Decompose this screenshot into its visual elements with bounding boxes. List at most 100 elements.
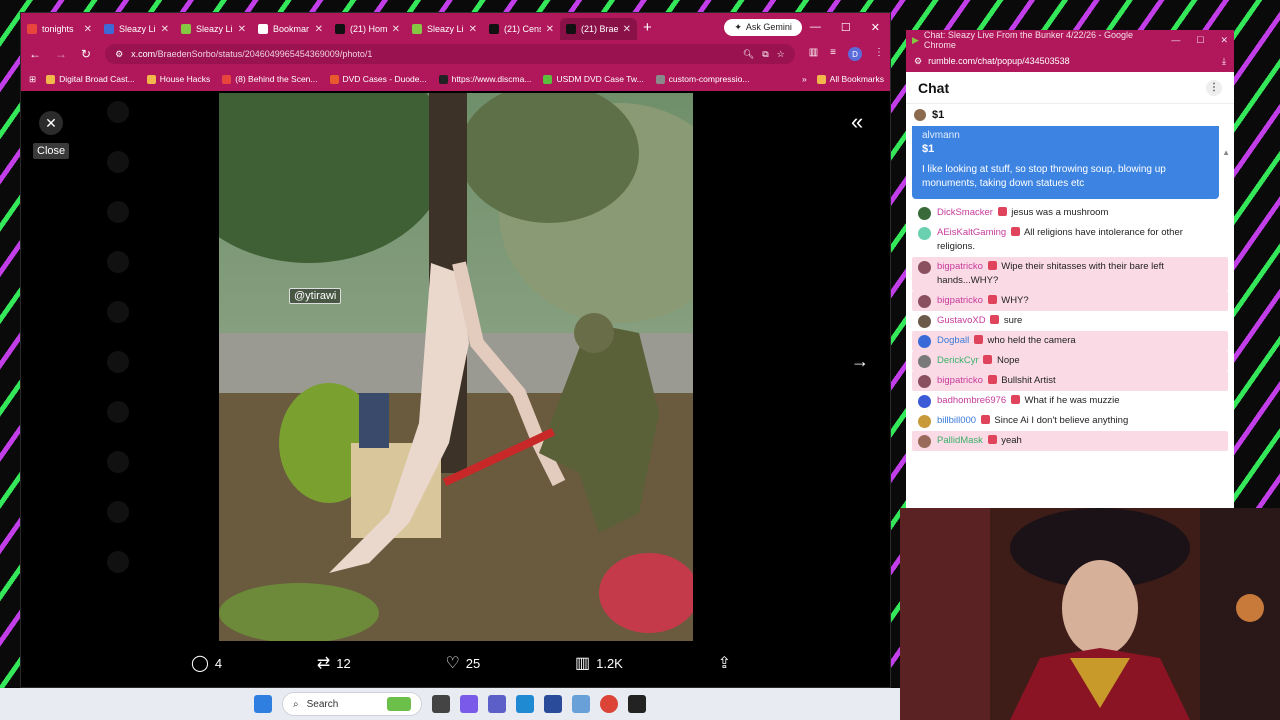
chat-badge-icon <box>987 261 997 270</box>
chat-avatar[interactable] <box>918 335 931 348</box>
chat-avatar[interactable] <box>918 395 931 408</box>
media-icon[interactable]: ≡ <box>830 47 836 61</box>
tab-3[interactable]: Bookmar ✕ <box>252 18 329 40</box>
bookmark-label: DVD Cases - Duode... <box>342 74 427 84</box>
chat-maximize-button[interactable]: ☐ <box>1196 35 1204 46</box>
chat-avatar[interactable] <box>918 375 931 388</box>
tab-2[interactable]: Sleazy Li ✕ <box>175 18 252 40</box>
site-info-icon[interactable]: ⚙ <box>115 49 123 60</box>
next-photo-arrow-icon[interactable]: → <box>851 351 869 372</box>
tab-7[interactable]: (21) Brae ✕ <box>560 18 637 40</box>
tab-close-icon[interactable]: ✕ <box>238 24 246 35</box>
bookmark-item[interactable]: House Hacks <box>146 74 210 84</box>
edge-icon[interactable] <box>516 695 534 713</box>
share-button[interactable]: ⇪ <box>718 653 731 673</box>
chat-text: Bullshit Artist <box>1001 375 1056 386</box>
back-button[interactable]: ← <box>29 47 41 61</box>
tab-4[interactable]: (21) Hom ✕ <box>329 18 406 40</box>
bookmark-item[interactable]: https://www.discma... <box>438 74 531 84</box>
teams-icon[interactable] <box>488 695 506 713</box>
bookmark-star-icon[interactable]: ☆ <box>777 49 785 60</box>
tab-label: (21) Cens <box>504 24 541 34</box>
forward-button[interactable]: → <box>55 47 67 61</box>
chat-avatar[interactable] <box>918 315 931 328</box>
tab-close-icon[interactable]: ✕ <box>546 24 554 35</box>
maximize-button[interactable]: ☐ <box>841 21 851 34</box>
close-viewer-button[interactable]: ✕ <box>39 111 63 135</box>
apps-icon[interactable]: ⊞ <box>29 74 36 85</box>
copilot-icon[interactable] <box>460 695 478 713</box>
like-button[interactable]: ♡ 25 <box>445 653 480 673</box>
bookmark-item[interactable]: DVD Cases - Duode... <box>329 74 427 84</box>
repost-button[interactable]: ⇄ 12 <box>317 653 351 673</box>
chat-username[interactable]: DickSmacker <box>937 207 993 218</box>
pinned-tip-bar[interactable]: $1 <box>906 104 1234 126</box>
streaming-app-icon[interactable] <box>628 695 646 713</box>
ask-gemini-button[interactable]: ✦ Ask Gemini <box>724 18 802 36</box>
chat-username[interactable]: GustavoXD <box>937 315 986 326</box>
collapse-panel-icon[interactable]: « <box>851 109 863 135</box>
chat-username[interactable]: billbill000 <box>937 415 976 426</box>
chat-username[interactable]: Dogball <box>937 335 969 346</box>
tab-0[interactable]: tonights ✕ <box>21 18 98 40</box>
tab-label: Sleazy Li <box>196 24 233 34</box>
tab-close-icon[interactable]: ✕ <box>84 24 92 35</box>
chat-avatar[interactable] <box>918 415 931 428</box>
chat-avatar[interactable] <box>918 355 931 368</box>
chat-minimize-button[interactable]: — <box>1171 35 1180 46</box>
tab-close-icon[interactable]: ✕ <box>623 24 631 35</box>
chat-username[interactable]: bigpatricko <box>937 295 983 306</box>
install-icon[interactable]: ⧉ <box>762 49 768 60</box>
tab-close-icon[interactable]: ✕ <box>469 24 477 35</box>
views-button[interactable]: ▥ 1.2K <box>575 653 623 673</box>
chat-avatar[interactable] <box>918 207 931 220</box>
site-info-icon[interactable]: ⚙ <box>914 56 922 67</box>
profile-avatar[interactable]: D <box>848 47 862 61</box>
settings-icon[interactable] <box>572 695 590 713</box>
all-bookmarks-button[interactable]: All Bookmarks <box>816 74 884 84</box>
bookmark-item[interactable]: USDM DVD Case Tw... <box>543 74 644 84</box>
reload-button[interactable]: ↻ <box>81 47 91 61</box>
windows-start-icon[interactable] <box>254 695 272 713</box>
chat-username[interactable]: bigpatricko <box>937 375 983 386</box>
close-window-button[interactable]: ✕ <box>871 21 880 34</box>
zoom-icon[interactable]: 🔍︎ <box>743 49 754 60</box>
chat-menu-icon[interactable]: ⋮ <box>1206 79 1222 96</box>
tab-close-icon[interactable]: ✕ <box>315 24 323 35</box>
tab-5[interactable]: Sleazy Li ✕ <box>406 18 483 40</box>
tab-6[interactable]: (21) Cens ✕ <box>483 18 560 40</box>
bookmark-item[interactable]: (8) Behind the Scen... <box>222 74 318 84</box>
more-bookmarks-icon[interactable]: » <box>802 74 807 84</box>
chat-avatar[interactable] <box>918 435 931 448</box>
new-tab-button[interactable]: + <box>643 19 652 36</box>
tab-1[interactable]: Sleazy Li ✕ <box>98 18 175 40</box>
chat-username[interactable]: badhombre6976 <box>937 395 1006 406</box>
chat-username[interactable]: DerickCyr <box>937 355 979 366</box>
task-view-icon[interactable] <box>432 695 450 713</box>
tab-close-icon[interactable]: ✕ <box>161 24 169 35</box>
bookmark-icon <box>438 74 448 84</box>
chrome-icon[interactable] <box>600 695 618 713</box>
bookmark-item[interactable]: custom-compressio... <box>655 74 749 84</box>
address-bar-row: ← → ↻ ⚙ x.com/BraedenSorbo/status/204604… <box>21 41 890 67</box>
taskbar-search[interactable]: ⌕ Search <box>282 692 422 716</box>
chat-avatar[interactable] <box>918 227 931 240</box>
chat-username[interactable]: PallidMask <box>937 435 983 446</box>
chat-username[interactable]: bigpatricko <box>937 261 983 272</box>
tab-close-icon[interactable]: ✕ <box>392 24 400 35</box>
chat-username[interactable]: AEisKaltGaming <box>937 227 1006 238</box>
minimize-button[interactable]: — <box>810 21 821 34</box>
scroll-up-icon[interactable]: ▲ <box>1222 148 1230 157</box>
reply-button[interactable]: ◯ 4 <box>191 653 222 673</box>
chat-avatar[interactable] <box>918 295 931 308</box>
url-field[interactable]: ⚙ x.com/BraedenSorbo/status/204604996545… <box>105 44 795 64</box>
chat-message: bigpatricko WHY? <box>912 291 1228 311</box>
chat-close-button[interactable]: ✕ <box>1220 35 1228 46</box>
store-icon[interactable] <box>544 695 562 713</box>
sidebar-icon[interactable]: ▥ <box>809 47 818 61</box>
menu-icon[interactable]: ⋮ <box>874 47 884 61</box>
download-icon[interactable]: ⤓ <box>1222 56 1226 67</box>
bookmarks-bar: ⊞ Digital Broad Cast... House Hacks (8) Be… <box>21 67 890 91</box>
chat-avatar[interactable] <box>918 261 931 274</box>
bookmark-item[interactable]: Digital Broad Cast... <box>46 74 135 84</box>
